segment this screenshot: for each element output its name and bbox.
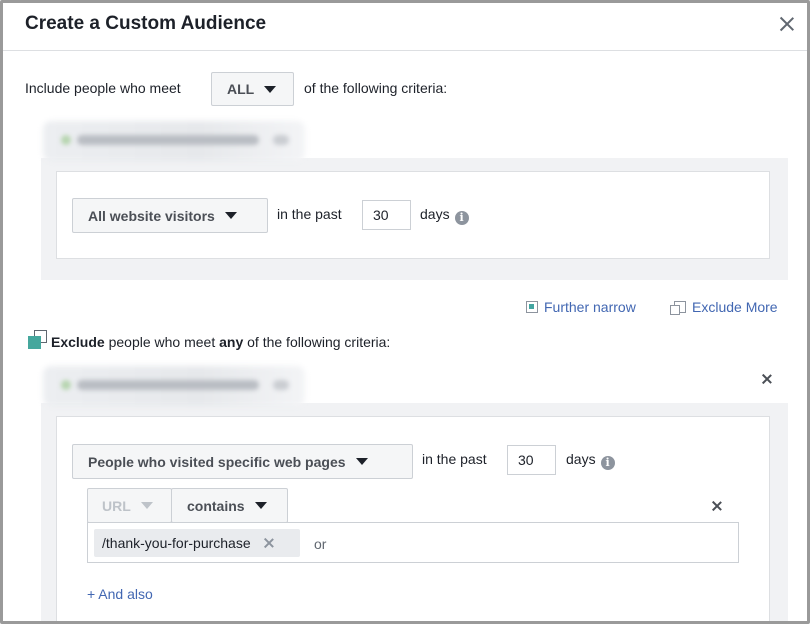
exclude-any-word: any <box>219 334 244 350</box>
info-icon[interactable]: i <box>454 211 469 225</box>
caret-down-icon <box>355 458 368 465</box>
exclude-days-input[interactable]: 30 <box>507 445 556 475</box>
include-days-input[interactable]: 30 <box>362 200 411 230</box>
pixel-caret-blurred <box>273 135 289 145</box>
match-all-dropdown[interactable]: ALL <box>211 72 294 106</box>
narrow-icon <box>526 301 538 313</box>
include-in-the-past: in the past <box>277 206 342 222</box>
pixel-status-dot <box>61 135 71 145</box>
include-days-label-group: days i <box>420 206 469 225</box>
include-source-value: All website visitors <box>88 207 215 224</box>
exclude-middle: people who meet <box>108 334 216 350</box>
or-text: or <box>314 536 327 552</box>
url-field-dropdown[interactable]: URL <box>87 488 172 523</box>
url-tag-value: /thank-you-for-purchase <box>102 535 251 551</box>
url-field-value: URL <box>102 497 131 514</box>
operator-value: contains <box>187 497 245 514</box>
match-all-value: ALL <box>227 81 255 97</box>
further-narrow-link[interactable]: Further narrow <box>526 299 636 315</box>
include-source-dropdown[interactable]: All website visitors <box>72 198 268 233</box>
dialog-header: Create a Custom Audience <box>3 3 807 51</box>
exclude-icon <box>28 330 48 350</box>
exclude-sentence: Exclude people who meet any of the follo… <box>51 334 390 350</box>
exclude-days-label: days <box>566 451 596 467</box>
include-days-label: days <box>420 206 450 222</box>
include-suffix: of the following criteria: <box>304 80 448 96</box>
caret-down-icon <box>254 502 267 509</box>
include-prefix: Include people who meet <box>25 80 181 96</box>
remove-tag-icon[interactable] <box>263 537 275 549</box>
pixel-caret-blurred <box>273 380 289 390</box>
caret-down-icon <box>140 502 153 509</box>
remove-exclusion-icon[interactable] <box>761 373 773 385</box>
custom-audience-dialog: Create a Custom Audience Include people … <box>0 0 810 624</box>
exclude-days-label-group: days i <box>566 451 615 470</box>
exclude-in-the-past: in the past <box>422 451 487 467</box>
pixel-status-dot <box>61 380 71 390</box>
further-narrow-label: Further narrow <box>544 299 636 315</box>
exclude-source-dropdown[interactable]: People who visited specific web pages <box>72 444 413 479</box>
info-icon[interactable]: i <box>600 456 615 470</box>
exclude-word: Exclude <box>51 334 105 350</box>
caret-down-icon <box>264 85 277 93</box>
exclude-more-icon <box>670 301 686 315</box>
pixel-name-blurred <box>77 135 259 145</box>
close-icon[interactable] <box>778 15 796 33</box>
exclude-source-value: People who visited specific web pages <box>88 453 346 470</box>
exclude-icon-front <box>28 336 41 349</box>
operator-dropdown[interactable]: contains <box>171 488 288 523</box>
pixel-name-blurred <box>77 380 259 390</box>
dialog-title: Create a Custom Audience <box>25 13 267 34</box>
url-tag: /thank-you-for-purchase <box>94 529 300 557</box>
exclude-suffix: of the following criteria: <box>247 334 391 350</box>
remove-url-rule-icon[interactable] <box>711 500 723 512</box>
exclude-more-label: Exclude More <box>692 299 778 315</box>
and-also-link[interactable]: + And also <box>87 586 153 602</box>
exclude-more-link[interactable]: Exclude More <box>670 299 778 315</box>
caret-down-icon <box>224 212 237 219</box>
